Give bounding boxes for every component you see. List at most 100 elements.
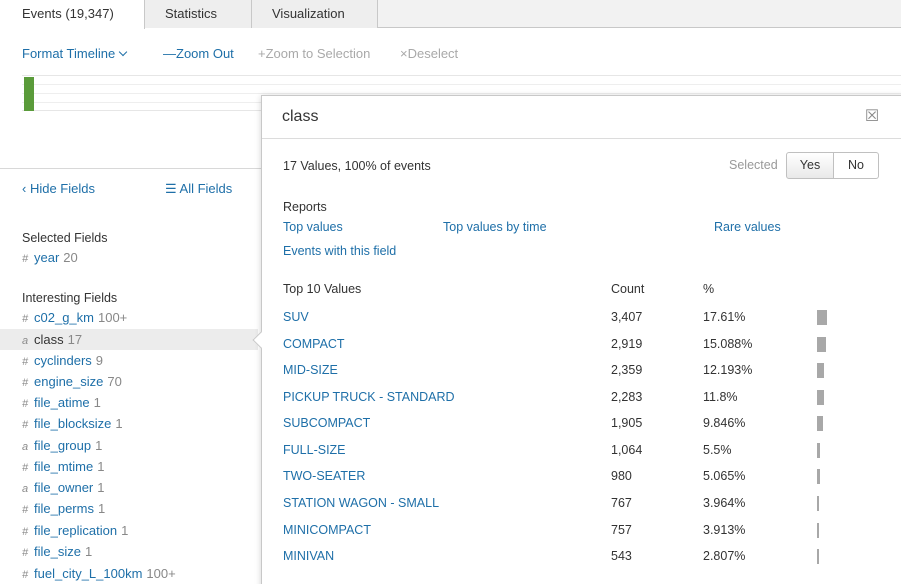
field-count: 1 bbox=[95, 438, 103, 453]
selected-label: Selected bbox=[729, 158, 778, 172]
value-link[interactable]: MID-SIZE bbox=[283, 362, 338, 378]
events-with-field-link[interactable]: Events with this field bbox=[283, 244, 396, 258]
top-values-by-time-link[interactable]: Top values by time bbox=[443, 220, 547, 234]
value-link[interactable]: SUBCOMPACT bbox=[283, 415, 370, 431]
value-link[interactable]: MINIVAN bbox=[283, 548, 334, 564]
field-count: 100+ bbox=[97, 310, 128, 325]
percent-cell: 9.846% bbox=[703, 416, 746, 430]
field-item-file-group[interactable]: a file_group 1 bbox=[0, 435, 258, 456]
zoom-out-button[interactable]: —Zoom Out bbox=[163, 44, 234, 64]
field-name: c02_g_km bbox=[34, 310, 94, 325]
percent-bar-fill bbox=[817, 310, 827, 325]
field-summary-popup: class ☒ 17 Values, 100% of events Select… bbox=[252, 95, 901, 584]
hide-fields-link[interactable]: ‹ Hide Fields bbox=[22, 182, 95, 196]
table-row: MINIVAN 543 2.807% bbox=[262, 548, 901, 574]
count-column-header: Count bbox=[611, 282, 645, 296]
percent-bar-fill bbox=[817, 469, 820, 484]
field-item-file-owner[interactable]: a file_owner 1 bbox=[0, 477, 258, 498]
percent-bar-fill bbox=[817, 337, 826, 352]
table-row: MID-SIZE 2,359 12.193% bbox=[262, 362, 901, 388]
field-item-class[interactable]: a class 17 bbox=[0, 329, 258, 350]
count-cell: 1,905 bbox=[611, 416, 643, 430]
table-row: MINICOMPACT 757 3.913% bbox=[262, 522, 901, 548]
numeric-type-icon: # bbox=[22, 504, 29, 516]
percent-bar bbox=[817, 443, 827, 458]
field-name: file_mtime bbox=[34, 459, 94, 474]
percent-bar-fill bbox=[817, 416, 823, 431]
popup-title: class bbox=[282, 108, 319, 125]
field-item-fuel-city[interactable]: # fuel_city_L_100km 100+ bbox=[0, 563, 258, 584]
top-values-link[interactable]: Top values bbox=[283, 220, 343, 234]
percent-bar bbox=[817, 496, 827, 511]
field-item-file-blocksize[interactable]: # file_blocksize 1 bbox=[0, 413, 258, 434]
tab-events[interactable]: Events (19,347) bbox=[0, 0, 145, 29]
field-item-file-replication[interactable]: # file_replication 1 bbox=[0, 520, 258, 541]
rare-values-link[interactable]: Rare values bbox=[714, 220, 781, 234]
table-row: STATION WAGON - SMALL 767 3.964% bbox=[262, 495, 901, 521]
value-link[interactable]: MINICOMPACT bbox=[283, 522, 371, 538]
value-link[interactable]: SUV bbox=[283, 309, 309, 325]
field-item-engine-size[interactable]: # engine_size 70 bbox=[0, 371, 258, 392]
table-row: TWO-SEATER 980 5.065% bbox=[262, 468, 901, 494]
percent-cell: 12.193% bbox=[703, 363, 753, 377]
timeline-bar[interactable] bbox=[24, 77, 34, 111]
percent-cell: 3.964% bbox=[703, 496, 746, 510]
count-cell: 2,359 bbox=[611, 363, 643, 377]
percent-bar bbox=[817, 549, 827, 564]
count-cell: 757 bbox=[611, 523, 632, 537]
table-row: SUV 3,407 17.61% bbox=[262, 309, 901, 335]
field-name: file_blocksize bbox=[34, 416, 112, 431]
numeric-type-icon: # bbox=[22, 377, 29, 389]
field-item-file-size[interactable]: # file_size 1 bbox=[0, 541, 258, 562]
zoom-to-selection-button[interactable]: +Zoom to Selection bbox=[258, 44, 370, 64]
field-count: 70 bbox=[107, 374, 122, 389]
string-type-icon: a bbox=[22, 483, 29, 495]
selected-yes-button[interactable]: Yes bbox=[786, 152, 834, 179]
reports-heading: Reports bbox=[283, 200, 327, 214]
values-summary: 17 Values, 100% of events bbox=[283, 159, 431, 173]
table-row: COMPACT 2,919 15.088% bbox=[262, 336, 901, 362]
field-name: file_size bbox=[34, 544, 81, 559]
numeric-type-icon: # bbox=[22, 547, 29, 559]
percent-bar bbox=[817, 337, 827, 352]
percent-column-header: % bbox=[703, 282, 715, 296]
percent-bar-fill bbox=[817, 549, 819, 564]
field-item-year[interactable]: # year 20 bbox=[0, 247, 258, 268]
deselect-button[interactable]: ×Deselect bbox=[400, 44, 458, 64]
percent-cell: 2.807% bbox=[703, 549, 746, 563]
field-item-c02-g-km[interactable]: # c02_g_km 100+ bbox=[0, 307, 258, 328]
tab-visualization[interactable]: Visualization bbox=[252, 0, 378, 28]
field-count: 1 bbox=[93, 395, 101, 410]
percent-bar-fill bbox=[817, 523, 820, 538]
field-item-cyclinders[interactable]: # cyclinders 9 bbox=[0, 350, 258, 371]
percent-bar-fill bbox=[817, 390, 824, 405]
close-icon[interactable]: ☒ bbox=[864, 109, 880, 125]
tab-bar: Events (19,347) Statistics Visualization bbox=[0, 0, 901, 29]
numeric-type-icon: # bbox=[22, 398, 29, 410]
value-link[interactable]: PICKUP TRUCK - STANDARD bbox=[283, 389, 455, 405]
count-cell: 543 bbox=[611, 549, 632, 563]
format-timeline-button[interactable]: Format Timeline bbox=[22, 44, 128, 64]
value-link[interactable]: STATION WAGON - SMALL bbox=[283, 495, 439, 511]
tab-statistics[interactable]: Statistics bbox=[145, 0, 252, 28]
value-link[interactable]: COMPACT bbox=[283, 336, 345, 352]
field-item-file-mtime[interactable]: # file_mtime 1 bbox=[0, 456, 258, 477]
selected-no-button[interactable]: No bbox=[833, 152, 879, 179]
field-name: file_perms bbox=[34, 501, 94, 516]
field-count: 1 bbox=[97, 459, 105, 474]
count-cell: 1,064 bbox=[611, 443, 643, 457]
string-type-icon: a bbox=[22, 335, 29, 347]
percent-cell: 17.61% bbox=[703, 310, 746, 324]
all-fields-link[interactable]: ☰ All Fields bbox=[165, 182, 232, 196]
field-item-file-atime[interactable]: # file_atime 1 bbox=[0, 392, 258, 413]
sidebar-divider bbox=[0, 168, 262, 169]
numeric-type-icon: # bbox=[22, 253, 29, 265]
interesting-fields-heading: Interesting Fields bbox=[22, 291, 118, 305]
value-link[interactable]: FULL-SIZE bbox=[283, 442, 346, 458]
table-row: FULL-SIZE 1,064 5.5% bbox=[262, 442, 901, 468]
field-item-file-perms[interactable]: # file_perms 1 bbox=[0, 498, 258, 519]
percent-bar bbox=[817, 523, 827, 538]
value-link[interactable]: TWO-SEATER bbox=[283, 468, 365, 484]
table-row: PICKUP TRUCK - STANDARD 2,283 11.8% bbox=[262, 389, 901, 415]
count-cell: 2,283 bbox=[611, 390, 643, 404]
